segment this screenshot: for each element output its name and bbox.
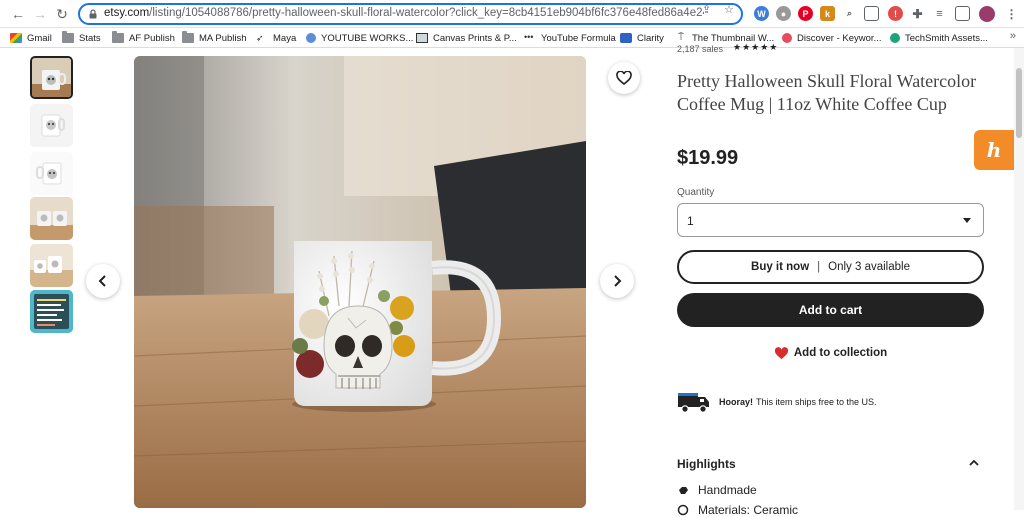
- truck-icon: [678, 393, 709, 413]
- bookmark-youtube-works[interactable]: YOUTUBE WORKS...: [306, 31, 413, 45]
- page-scrollbar[interactable]: [1014, 48, 1024, 510]
- thumbnail-4[interactable]: [30, 197, 73, 240]
- screen-ext-icon[interactable]: [864, 6, 879, 21]
- buy-it-now-button[interactable]: Buy it now | Only 3 available: [677, 250, 984, 284]
- shipping-bold-text: Hooray!: [719, 397, 754, 407]
- browser-toolbar: ← → ↻ etsy.com/listing/1054088786/pretty…: [0, 0, 1024, 28]
- clarity-icon: [620, 33, 632, 43]
- availability-text: Only 3 available: [828, 261, 910, 273]
- chevron-right-icon: [614, 275, 622, 287]
- thumbnail-1[interactable]: [30, 56, 73, 99]
- k-icon[interactable]: k: [820, 6, 835, 21]
- bookmarks-bar: Gmail Stats AF Publish MA Publish ➶ Maya…: [0, 28, 1024, 48]
- bookmark-af-publish[interactable]: AF Publish: [112, 31, 175, 45]
- url-text: etsy.com/listing/1054088786/pretty-hallo…: [104, 7, 704, 19]
- rating-stars[interactable]: ★★★★★: [733, 42, 778, 53]
- caret-down-icon: [963, 218, 971, 223]
- dots-icon: •••: [524, 32, 534, 42]
- alert-ext-icon[interactable]: !: [888, 6, 903, 21]
- chevron-left-icon: [98, 275, 106, 287]
- gmail-icon: [10, 33, 22, 43]
- pinterest-icon[interactable]: P: [798, 6, 813, 21]
- bookmark-gmail[interactable]: Gmail: [10, 31, 52, 45]
- sidebar-icon[interactable]: [955, 6, 970, 21]
- highlights-heading[interactable]: Highlights: [677, 457, 736, 471]
- buy-now-separator: |: [817, 261, 821, 273]
- globe-icon: [306, 33, 316, 43]
- shipping-text: This item ships free to the US.: [756, 397, 877, 407]
- add-to-collection-button[interactable]: Add to collection: [677, 345, 984, 361]
- quantity-select[interactable]: 1: [677, 203, 984, 237]
- techsmith-icon: [890, 33, 900, 43]
- next-image-button[interactable]: [600, 264, 634, 298]
- listing-page: 2,187 sales ★★★★★ Pretty Halloween Skull…: [0, 42, 1024, 517]
- lock-icon: [89, 9, 97, 19]
- hand-icon: [679, 487, 688, 494]
- thumbnail-6[interactable]: [30, 290, 73, 333]
- chrome-ext-icon[interactable]: ●: [776, 6, 791, 21]
- back-arrow-icon[interactable]: ←: [8, 4, 28, 24]
- bookmark-youtube-formula[interactable]: ••• YouTube Formula: [524, 31, 616, 45]
- playlist-icon[interactable]: ≡: [932, 6, 947, 21]
- wp-icon[interactable]: W: [754, 6, 769, 21]
- discover-icon: [782, 33, 792, 43]
- bookmark-clarity[interactable]: Clarity: [620, 31, 664, 45]
- sales-count: 2,187 sales: [677, 44, 724, 54]
- profile-avatar[interactable]: [979, 6, 995, 22]
- bookmark-stats[interactable]: Stats: [62, 31, 101, 45]
- folder-icon: [62, 31, 74, 43]
- bookmarks-overflow-icon[interactable]: »: [1010, 30, 1016, 42]
- maya-icon: ➶: [256, 33, 264, 43]
- add-to-cart-button[interactable]: Add to cart: [677, 293, 984, 327]
- highlight-handmade: Handmade: [677, 483, 757, 497]
- bookmark-techsmith[interactable]: TechSmith Assets...: [890, 31, 988, 45]
- quantity-label: Quantity: [677, 187, 715, 198]
- canvas-icon: [416, 33, 428, 43]
- bookmark-canvas-prints[interactable]: Canvas Prints & P...: [416, 31, 517, 45]
- free-shipping-notice: Hooray! This item ships free to the US.: [677, 389, 984, 415]
- highlight-materials: Materials: Ceramic: [677, 503, 798, 517]
- forward-arrow-icon[interactable]: →: [30, 4, 50, 24]
- honey-extension-button[interactable]: h: [974, 130, 1014, 170]
- quantity-value: 1: [687, 214, 694, 228]
- buy-now-label: Buy it now: [751, 261, 810, 273]
- bookmark-maya[interactable]: ➶ Maya: [256, 31, 296, 45]
- folder-icon: [112, 31, 124, 43]
- thumbnail-3[interactable]: [30, 152, 73, 195]
- bookmark-discover[interactable]: Discover - Keywor...: [782, 31, 881, 45]
- bookmark-star-icon[interactable]: ☆: [724, 3, 738, 17]
- add-to-collection-label: Add to collection: [793, 347, 888, 359]
- prev-image-button[interactable]: [86, 264, 120, 298]
- thumbnail-2[interactable]: [30, 104, 73, 147]
- product-price: $19.99: [677, 147, 739, 169]
- heart-filled-icon: [774, 346, 788, 359]
- search-ext-icon[interactable]: ⌕: [842, 6, 857, 21]
- menu-kebab-icon[interactable]: ⋮: [1004, 6, 1019, 21]
- share-icon[interactable]: ⇪: [702, 3, 716, 17]
- puzzle-icon[interactable]: ✚: [910, 6, 925, 21]
- heart-outline-icon: [616, 71, 632, 85]
- chevron-up-icon[interactable]: [969, 459, 979, 467]
- folder-icon: [182, 31, 194, 43]
- product-main-image: [134, 56, 586, 508]
- reload-icon[interactable]: ↻: [52, 4, 72, 24]
- materials-icon: [677, 504, 689, 516]
- address-bar[interactable]: etsy.com/listing/1054088786/pretty-hallo…: [78, 3, 743, 25]
- thumbnail-5[interactable]: [30, 244, 73, 287]
- honey-h-icon: h: [986, 138, 1002, 162]
- favorite-heart-button[interactable]: [608, 62, 640, 94]
- product-title: Pretty Halloween Skull Floral Watercolor…: [677, 71, 977, 114]
- bookmark-ma-publish[interactable]: MA Publish: [182, 31, 247, 45]
- scrollbar-thumb[interactable]: [1016, 68, 1022, 138]
- thumbnail-icon: ⍑: [678, 32, 684, 43]
